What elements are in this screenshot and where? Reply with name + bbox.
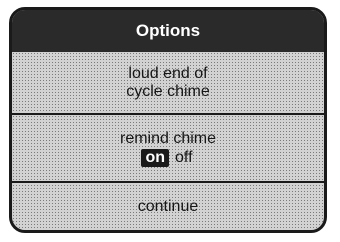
loud-end-of-cycle-chime-button[interactable]: loud end of cycle chime (12, 52, 324, 113)
continue-label: continue (137, 198, 199, 215)
toggle-off-option[interactable]: off (173, 149, 195, 167)
continue-button[interactable]: continue (12, 183, 324, 230)
options-panel: Options loud end of cycle chime remind c… (9, 7, 327, 233)
toggle-on-option[interactable]: on (141, 148, 170, 167)
button-label-line-1: loud end of (128, 64, 208, 82)
button-label-line-2: cycle chime (126, 82, 210, 100)
remind-chime-toggle[interactable]: on off (141, 148, 195, 167)
panel-title: Options (12, 10, 324, 52)
remind-chime-label: remind chime (119, 129, 217, 147)
remind-chime-button[interactable]: remind chime on off (12, 115, 324, 181)
